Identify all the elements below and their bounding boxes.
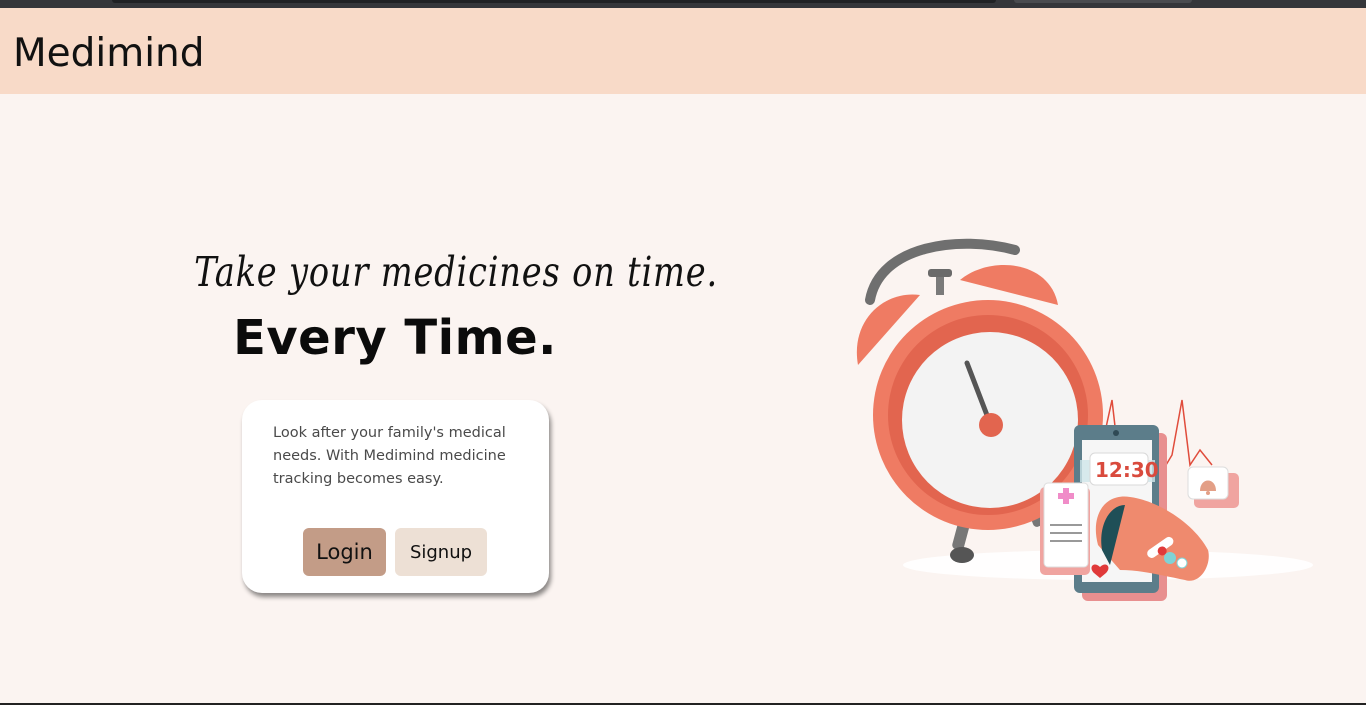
hero-tagline: Take your medicines on time. xyxy=(194,248,718,296)
bell-icon xyxy=(1187,466,1239,508)
intro-card: Look after your family's medical needs. … xyxy=(242,400,549,593)
brand-title: Medimind xyxy=(13,31,205,76)
site-header: Medimind xyxy=(0,8,1366,94)
hero-headline: Every Time. xyxy=(233,310,557,366)
browser-chrome-strip xyxy=(0,0,1366,8)
phone-time-label: 12:30 xyxy=(1095,458,1159,482)
signup-button[interactable]: Signup xyxy=(395,528,487,576)
heartbeat-line-2 xyxy=(1159,399,1213,476)
medicine-reminder-illustration: 12:30 xyxy=(856,238,1313,601)
intro-description: Look after your family's medical needs. … xyxy=(273,425,506,487)
login-button[interactable]: Login xyxy=(303,528,386,576)
address-bar-edge xyxy=(112,0,996,3)
browser-toolbar-edge xyxy=(1014,0,1192,3)
